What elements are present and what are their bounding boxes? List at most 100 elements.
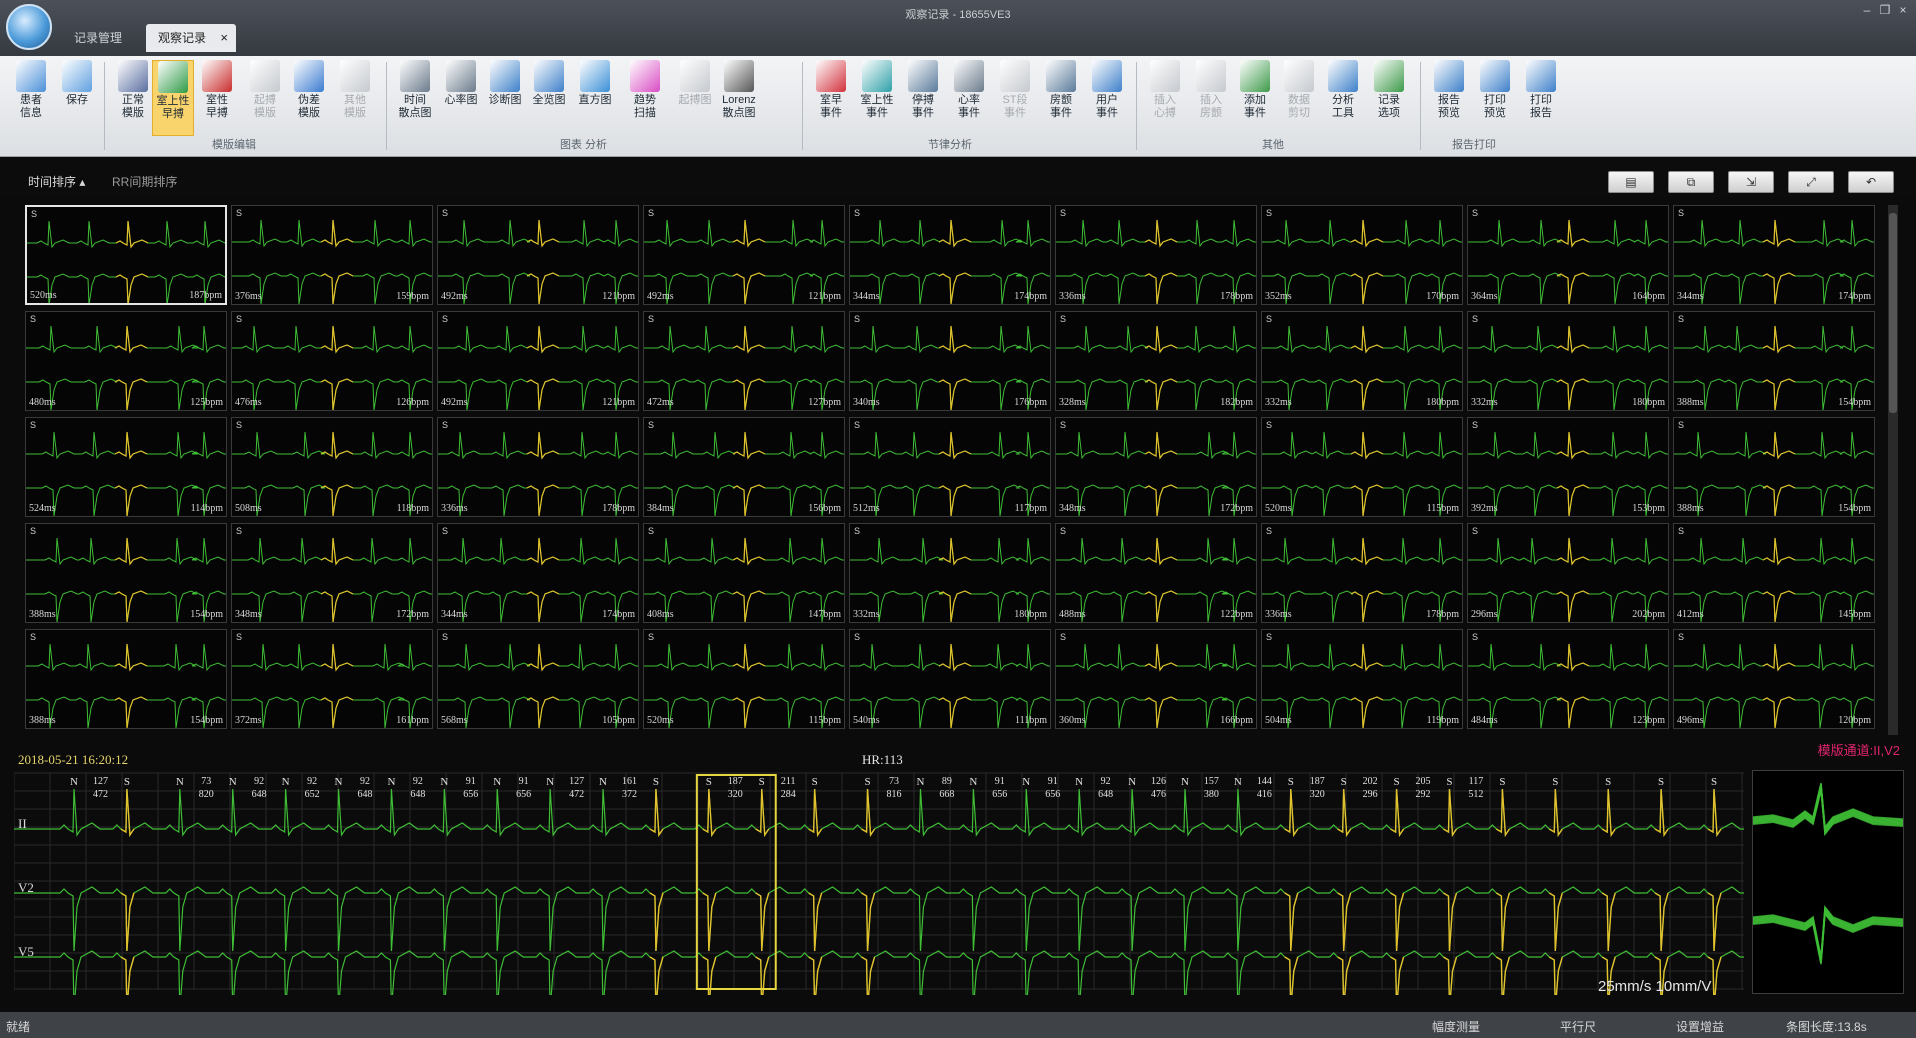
ribbon-button-record-options[interactable]: 记录 选项 <box>1368 60 1410 136</box>
grid-scrollbar[interactable] <box>1888 205 1898 735</box>
ribbon-button-hr-event[interactable]: 心率 事件 <box>948 60 990 136</box>
ecg-strip[interactable]: N 127 472 S N 73 820 N 92 648 N 92 652 N 92 648 N 92 648 N 9… <box>13 745 1744 1010</box>
beat-thumbnail[interactable]: S 496ms 120bpm <box>1673 629 1875 729</box>
beat-heart-rate: 172bpm <box>396 609 429 620</box>
ribbon-button-overview-chart[interactable]: 全览图 <box>528 60 570 136</box>
beat-thumbnail[interactable]: S 332ms 180bpm <box>1467 311 1669 411</box>
ribbon-button-time-scatter[interactable]: 时间 散点图 <box>394 60 436 136</box>
ribbon-button-sve[interactable]: 室上性 早搏 <box>152 60 194 136</box>
beat-thumbnail[interactable]: S 520ms 187bpm <box>25 205 227 305</box>
beat-thumbnail[interactable]: S 488ms 122bpm <box>1055 523 1257 623</box>
close-tab-icon[interactable]: × <box>220 24 228 52</box>
ribbon-button-other-template[interactable]: 其他 模版 <box>334 60 376 136</box>
shrink-icon[interactable]: ⇲ <box>1728 171 1774 193</box>
beat-thumbnail[interactable]: S 512ms 117bpm <box>849 417 1051 517</box>
beat-thumbnail[interactable]: S 480ms 125bpm <box>25 311 227 411</box>
beat-thumbnail[interactable]: S 520ms 115bpm <box>1261 417 1463 517</box>
beat-thumbnail[interactable]: S 388ms 154bpm <box>25 523 227 623</box>
ribbon-button-user-event[interactable]: 用户 事件 <box>1086 60 1128 136</box>
ribbon-button-lorenz[interactable]: Lorenz 散点图 <box>718 60 760 136</box>
beat-highlight-trace <box>1556 696 1590 728</box>
ribbon-button-st-event[interactable]: ST段 事件 <box>994 60 1036 136</box>
beat-thumbnail[interactable]: S 388ms 154bpm <box>25 629 227 729</box>
beat-thumbnail[interactable]: S 520ms 115bpm <box>643 629 845 729</box>
beat-thumbnail[interactable]: S 336ms 178bpm <box>1261 523 1463 623</box>
beat-thumbnail[interactable]: S 348ms 172bpm <box>1055 417 1257 517</box>
beat-thumbnail[interactable]: S 492ms 121bpm <box>643 205 845 305</box>
ribbon-button-ve-event[interactable]: 室早 事件 <box>810 60 852 136</box>
ribbon-button-report-preview[interactable]: 报告 预览 <box>1428 60 1470 136</box>
beat-thumbnail[interactable]: S 492ms 121bpm <box>437 311 639 411</box>
tab-observation-record[interactable]: 观察记录 × <box>146 24 237 52</box>
ribbon-button-analysis-tool[interactable]: 分析 工具 <box>1322 60 1364 136</box>
copy-view-icon[interactable]: ⧉ <box>1668 171 1714 193</box>
ribbon-button-print-preview[interactable]: 打印 预览 <box>1474 60 1516 136</box>
ribbon-button-insert-af[interactable]: 插入 房颤 <box>1190 60 1232 136</box>
ribbon-button-save[interactable]: 保存 <box>56 60 98 136</box>
expand-icon[interactable]: ⤢ <box>1788 171 1834 193</box>
undo-icon[interactable]: ↶ <box>1848 171 1894 193</box>
close-window-icon[interactable]: × <box>1894 3 1912 17</box>
scrollbar-thumb[interactable] <box>1889 213 1897 413</box>
ribbon-button-ve[interactable]: 室性 早搏 <box>196 60 238 136</box>
beat-highlight-trace <box>1762 219 1796 248</box>
beat-thumbnail[interactable]: S 388ms 154bpm <box>1673 417 1875 517</box>
beat-thumbnail[interactable]: S 392ms 153bpm <box>1467 417 1669 517</box>
ribbon-button-pacing-chart[interactable]: 起搏图 <box>674 60 716 136</box>
ribbon-button-patient-info[interactable]: 患者 信息 <box>10 60 52 136</box>
beat-thumbnail[interactable]: S 384ms 156bpm <box>643 417 845 517</box>
beat-thumbnail[interactable]: S 336ms 178bpm <box>1055 205 1257 305</box>
beat-thumbnail[interactable]: S 540ms 111bpm <box>849 629 1051 729</box>
beat-thumbnail[interactable]: S 296ms 202bpm <box>1467 523 1669 623</box>
set-gain-button[interactable]: 设置增益 <box>1676 1018 1724 1035</box>
beat-thumbnail[interactable]: S 492ms 121bpm <box>437 205 639 305</box>
beat-thumbnail[interactable]: S 344ms 174bpm <box>1673 205 1875 305</box>
ribbon-button-add-event[interactable]: 添加 事件 <box>1234 60 1276 136</box>
beat-thumbnail[interactable]: S 412ms 145bpm <box>1673 523 1875 623</box>
beat-thumbnail[interactable]: S 376ms 159bpm <box>231 205 433 305</box>
beat-thumbnail[interactable]: S 484ms 123bpm <box>1467 629 1669 729</box>
beat-thumbnail[interactable]: S 476ms 126bpm <box>231 311 433 411</box>
parallel-ruler-button[interactable]: 平行尺 <box>1560 1018 1596 1035</box>
beat-thumbnail[interactable]: S 344ms 174bpm <box>437 523 639 623</box>
sve-beat-trace <box>1284 788 1299 838</box>
beat-thumbnail[interactable]: S 524ms 114bpm <box>25 417 227 517</box>
ribbon-button-normal-template[interactable]: 正常 模版 <box>112 60 154 136</box>
beat-thumbnail[interactable]: S 332ms 180bpm <box>849 523 1051 623</box>
beat-thumbnail[interactable]: S 336ms 178bpm <box>437 417 639 517</box>
beat-thumbnail[interactable]: S 360ms 166bpm <box>1055 629 1257 729</box>
beat-thumbnail[interactable]: S 352ms 170bpm <box>1261 205 1463 305</box>
amplitude-measure-button[interactable]: 幅度测量 <box>1432 1018 1480 1035</box>
restore-icon[interactable]: ❐ <box>1876 3 1894 17</box>
tab-record-management[interactable]: 记录管理 <box>62 24 134 52</box>
beat-thumbnail[interactable]: S 504ms 119bpm <box>1261 629 1463 729</box>
ribbon-button-trend-scan[interactable]: 趋势 扫描 <box>624 60 666 136</box>
ribbon-button-hr-chart[interactable]: 心率图 <box>440 60 482 136</box>
ribbon-button-pacing-template[interactable]: 起搏 模版 <box>244 60 286 136</box>
ribbon-button-cut[interactable]: 数据 剪切 <box>1278 60 1320 136</box>
sort-by-time-tab[interactable]: 时间排序 ▴ <box>28 173 85 190</box>
ribbon-button-diagnosis-chart[interactable]: 诊断图 <box>484 60 526 136</box>
beat-thumbnail[interactable]: S 408ms 147bpm <box>643 523 845 623</box>
beat-thumbnail[interactable]: S 372ms 161bpm <box>231 629 433 729</box>
page-view-icon[interactable]: ▤ <box>1608 171 1654 193</box>
ribbon-button-pause-event[interactable]: 停搏 事件 <box>902 60 944 136</box>
ribbon-button-print-report[interactable]: 打印 报告 <box>1520 60 1562 136</box>
beat-thumbnail[interactable]: S 472ms 127bpm <box>643 311 845 411</box>
beat-thumbnail[interactable]: S 340ms 176bpm <box>849 311 1051 411</box>
minimize-icon[interactable]: – <box>1858 3 1876 17</box>
beat-thumbnail[interactable]: S 332ms 180bpm <box>1261 311 1463 411</box>
sort-by-rr-tab[interactable]: RR间期排序 <box>112 173 177 190</box>
beat-thumbnail[interactable]: S 568ms 105bpm <box>437 629 639 729</box>
ribbon-button-artifact-template[interactable]: 伪差 模版 <box>288 60 330 136</box>
ribbon-button-histogram[interactable]: 直方图 <box>574 60 616 136</box>
beat-thumbnail[interactable]: S 388ms 154bpm <box>1673 311 1875 411</box>
ribbon-button-af-event[interactable]: 房颤 事件 <box>1040 60 1082 136</box>
beat-thumbnail[interactable]: S 344ms 174bpm <box>849 205 1051 305</box>
beat-thumbnail[interactable]: S 364ms 164bpm <box>1467 205 1669 305</box>
ribbon-button-insert-beat[interactable]: 插入 心搏 <box>1144 60 1186 136</box>
ribbon-button-sve-event[interactable]: 室上性 事件 <box>856 60 898 136</box>
beat-thumbnail[interactable]: S 348ms 172bpm <box>231 523 433 623</box>
beat-thumbnail[interactable]: S 328ms 182bpm <box>1055 311 1257 411</box>
beat-thumbnail[interactable]: S 508ms 118bpm <box>231 417 433 517</box>
